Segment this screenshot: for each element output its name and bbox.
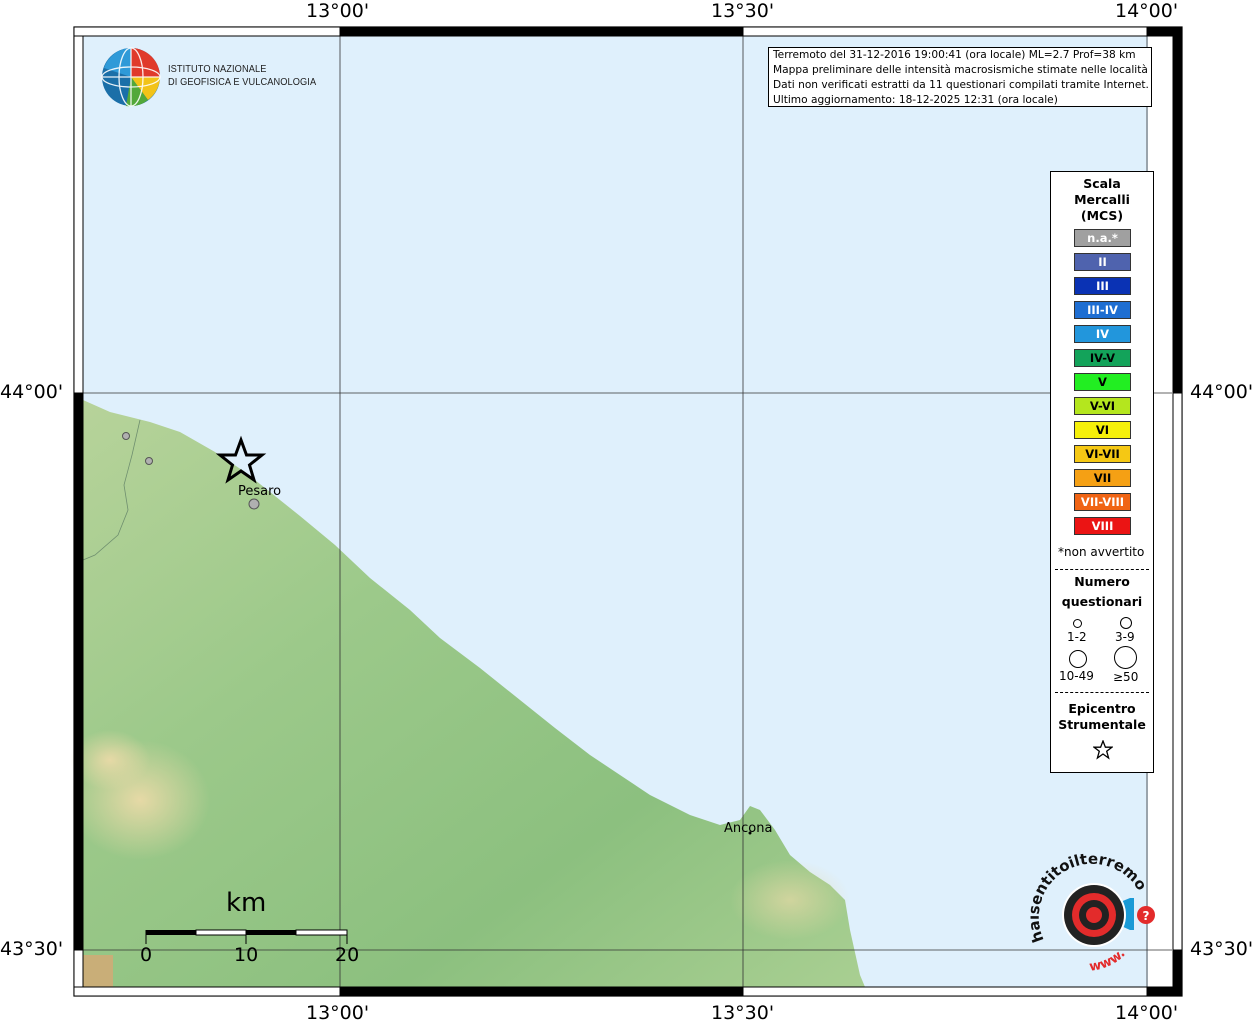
event-info-line: Mappa preliminare delle intensità macros… — [773, 64, 1148, 76]
legend-strumentale: Strumentale — [1058, 717, 1146, 732]
ingv-logo-text: ISTITUTO NAZIONALE DI GEOFISICA E VULCAN… — [168, 63, 316, 89]
lon-label-bottom: 13°00' — [306, 1002, 370, 1024]
svg-text:haisentitoilterremoto.it: haisentitoilterremoto.it — [1030, 850, 1151, 945]
lon-label-top: 14°00' — [1115, 0, 1179, 22]
lat-label-left: 43°30' — [0, 938, 64, 960]
legend-title-line: Scala — [1083, 176, 1121, 191]
terremoto-logo-text: haisentitoilterremoto.it www. — [1030, 850, 1151, 975]
legend-title: Scala Mercalli (MCS) — [1051, 176, 1153, 224]
svg-text:www.: www. — [1088, 946, 1128, 975]
event-info-line: Terremoto del 31-12-2016 19:00:41 (ora l… — [773, 49, 1136, 61]
intensity-swatch: n.a.* — [1074, 229, 1131, 247]
intensity-swatch: VII-VIII — [1074, 493, 1131, 511]
lon-label-bottom: 13°30' — [711, 1002, 775, 1024]
legend-epicentro: Epicentro — [1068, 701, 1136, 716]
legend-star-icon — [1093, 740, 1113, 760]
locality-dot[interactable] — [122, 432, 130, 440]
size-circle-small — [1073, 619, 1082, 628]
legend-questionari: questionari — [1061, 594, 1143, 609]
scale-tick-label: 20 — [335, 944, 360, 966]
place-label-pesaro[interactable]: Pesaro — [238, 484, 281, 499]
intensity-swatch: III — [1074, 277, 1131, 295]
legend-title-line: (MCS) — [1080, 208, 1124, 223]
pesaro-dot[interactable] — [248, 498, 260, 510]
legend-numero: Numero — [1074, 574, 1130, 589]
scale-unit: km — [226, 888, 267, 918]
lat-label-right: 44°00' — [1190, 381, 1254, 403]
event-info-line: Dati non verificati estratti da 11 quest… — [773, 79, 1149, 91]
legend-divider — [1055, 569, 1149, 570]
ring-text: haisentitoilterremoto.it — [1030, 850, 1151, 945]
locality-dot[interactable] — [145, 457, 153, 465]
ingv-logo-icon — [101, 47, 161, 107]
legend-divider — [1055, 692, 1149, 693]
place-label-ancona[interactable]: Ancona — [724, 821, 772, 836]
size-label: 1-2 — [1067, 630, 1087, 644]
lat-label-right: 43°30' — [1190, 938, 1254, 960]
hill-shading — [730, 860, 850, 940]
ingv-line1: ISTITUTO NAZIONALE — [168, 63, 267, 75]
size-circle-xlarge — [1114, 646, 1137, 669]
intensity-swatch: V — [1074, 373, 1131, 391]
size-label: 10-49 — [1059, 669, 1094, 683]
intensity-swatch: IV-V — [1074, 349, 1131, 367]
lon-label-top: 13°00' — [306, 0, 370, 22]
legend-note: *non avvertito — [1058, 545, 1145, 559]
legend-title-line: Mercalli — [1074, 192, 1130, 207]
scale-tick-label: 10 — [234, 944, 259, 966]
size-circle-medium — [1120, 617, 1132, 629]
lat-label-left: 44°00' — [0, 381, 64, 403]
size-label: 3-9 — [1115, 630, 1135, 644]
intensity-swatch: VI — [1074, 421, 1131, 439]
event-info-box: Terremoto del 31-12-2016 19:00:41 (ora l… — [768, 47, 1152, 107]
intensity-swatch: VI-VII — [1074, 445, 1131, 463]
ingv-line2: DI GEOFISICA E VULCANOLOGIA — [168, 76, 317, 88]
lon-label-bottom: 14°00' — [1115, 1002, 1179, 1024]
size-circle-large — [1069, 650, 1087, 668]
lon-label-top: 13°30' — [711, 0, 775, 22]
intensity-swatch: V-VI — [1074, 397, 1131, 415]
intensity-swatch: III-IV — [1074, 301, 1131, 319]
mcs-legend: Scala Mercalli (MCS) n.a.* II III III-IV IV I… — [1050, 171, 1154, 773]
www-text: www. — [1088, 946, 1128, 975]
scale-tick-label: 0 — [140, 944, 153, 966]
event-info-line: Ultimo aggiornamento: 18-12-2025 12:31 (… — [773, 94, 1058, 106]
intensity-swatch: VIII — [1074, 517, 1131, 535]
intensity-swatch: IV — [1074, 325, 1131, 343]
size-label: ≥50 — [1113, 670, 1139, 684]
intensity-swatch: VII — [1074, 469, 1131, 487]
intensity-swatch: II — [1074, 253, 1131, 271]
hill-shading — [83, 955, 113, 987]
